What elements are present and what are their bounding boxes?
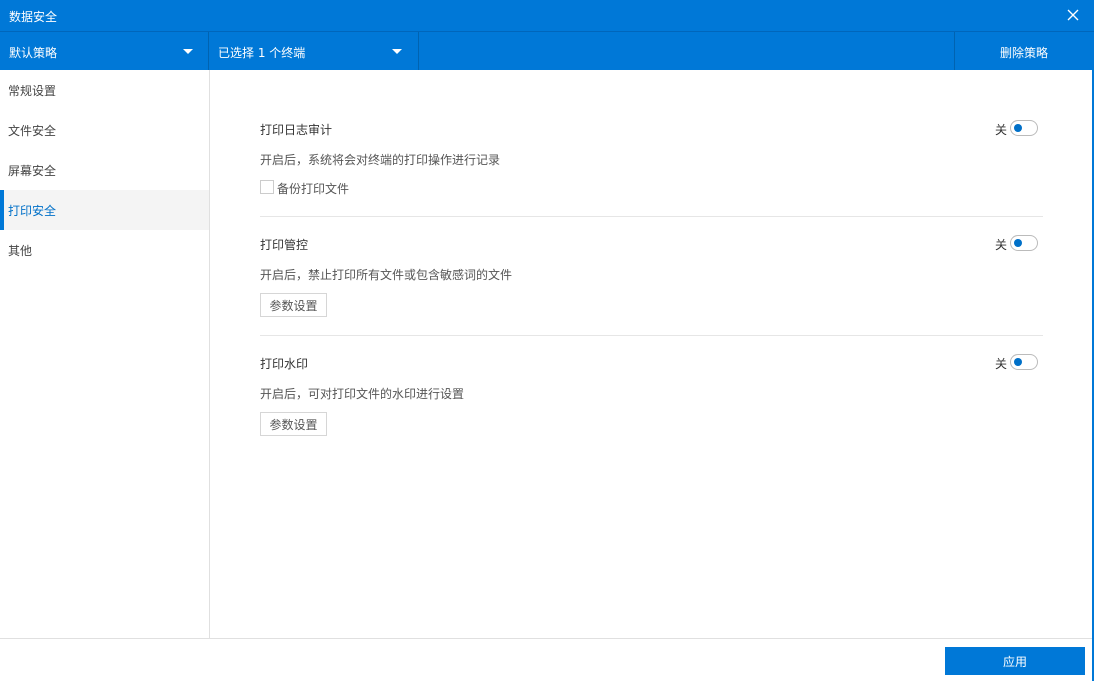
sidebar-item-print-security[interactable]: 打印安全 [0,190,209,230]
data-security-window: 数据安全 默认策略 已选择 1 个终端 删除策略 常规设置 文件安全 屏幕安全 [0,0,1094,681]
sidebar-item-general-settings[interactable]: 常规设置 [0,70,209,110]
toggle-switch[interactable] [1010,235,1038,251]
toggle-state-label: 关 [995,123,1008,137]
sidebar-item-label: 屏幕安全 [8,164,57,178]
checkbox-box[interactable] [260,180,274,194]
delete-policy-label: 删除策略 [1000,46,1049,60]
toggle-state-label: 关 [995,357,1008,371]
section-description: 开启后，系统将会对终端的打印操作进行记录 [260,153,501,167]
toolbar: 默认策略 已选择 1 个终端 删除策略 [0,32,1094,70]
sidebar: 常规设置 文件安全 屏幕安全 打印安全 其他 [0,70,210,638]
terminal-dropdown-value: 已选择 1 个终端 [218,46,306,60]
print-control-toggle[interactable]: 关 [995,235,1041,253]
print-watermark-params-button[interactable]: 参数设置 [260,412,327,436]
toggle-knob [1014,124,1022,132]
content-panel: 打印日志审计 关 开启后，系统将会对终端的打印操作进行记录 备份打印文件 打印管… [210,70,1092,638]
section-divider [260,335,1043,336]
title-bar: 数据安全 [0,0,1094,32]
section-title: 打印管控 [260,238,309,252]
toggle-switch[interactable] [1010,354,1038,370]
close-button[interactable] [1064,6,1082,24]
sidebar-item-file-security[interactable]: 文件安全 [0,110,209,150]
caret-down-icon [183,49,193,54]
section-title: 打印水印 [260,357,309,371]
footer: 应用 [0,638,1092,681]
sidebar-item-label: 常规设置 [8,84,57,98]
toggle-knob [1014,239,1022,247]
section-description: 开启后，禁止打印所有文件或包含敏感词的文件 [260,268,513,282]
terminal-dropdown[interactable]: 已选择 1 个终端 [209,32,419,70]
sidebar-item-other[interactable]: 其他 [0,230,209,270]
caret-down-icon [392,49,402,54]
sidebar-item-label: 其他 [8,244,33,258]
print-log-audit-toggle[interactable]: 关 [995,120,1041,138]
policy-dropdown[interactable]: 默认策略 [0,32,209,70]
window-title: 数据安全 [9,10,58,24]
policy-dropdown-value: 默认策略 [9,46,58,60]
section-description: 开启后，可对打印文件的水印进行设置 [260,387,465,401]
sidebar-item-label: 打印安全 [8,204,57,218]
section-title: 打印日志审计 [260,123,333,137]
checkbox-label: 备份打印文件 [277,182,350,196]
sidebar-item-screen-security[interactable]: 屏幕安全 [0,150,209,190]
section-divider [260,216,1043,217]
print-watermark-toggle[interactable]: 关 [995,354,1041,372]
delete-policy-button[interactable]: 删除策略 [954,32,1094,70]
sidebar-item-label: 文件安全 [8,124,57,138]
toggle-switch[interactable] [1010,120,1038,136]
apply-button[interactable]: 应用 [945,647,1085,675]
close-icon [1067,9,1079,21]
toggle-state-label: 关 [995,238,1008,252]
print-control-params-button[interactable]: 参数设置 [260,293,327,317]
toggle-knob [1014,358,1022,366]
